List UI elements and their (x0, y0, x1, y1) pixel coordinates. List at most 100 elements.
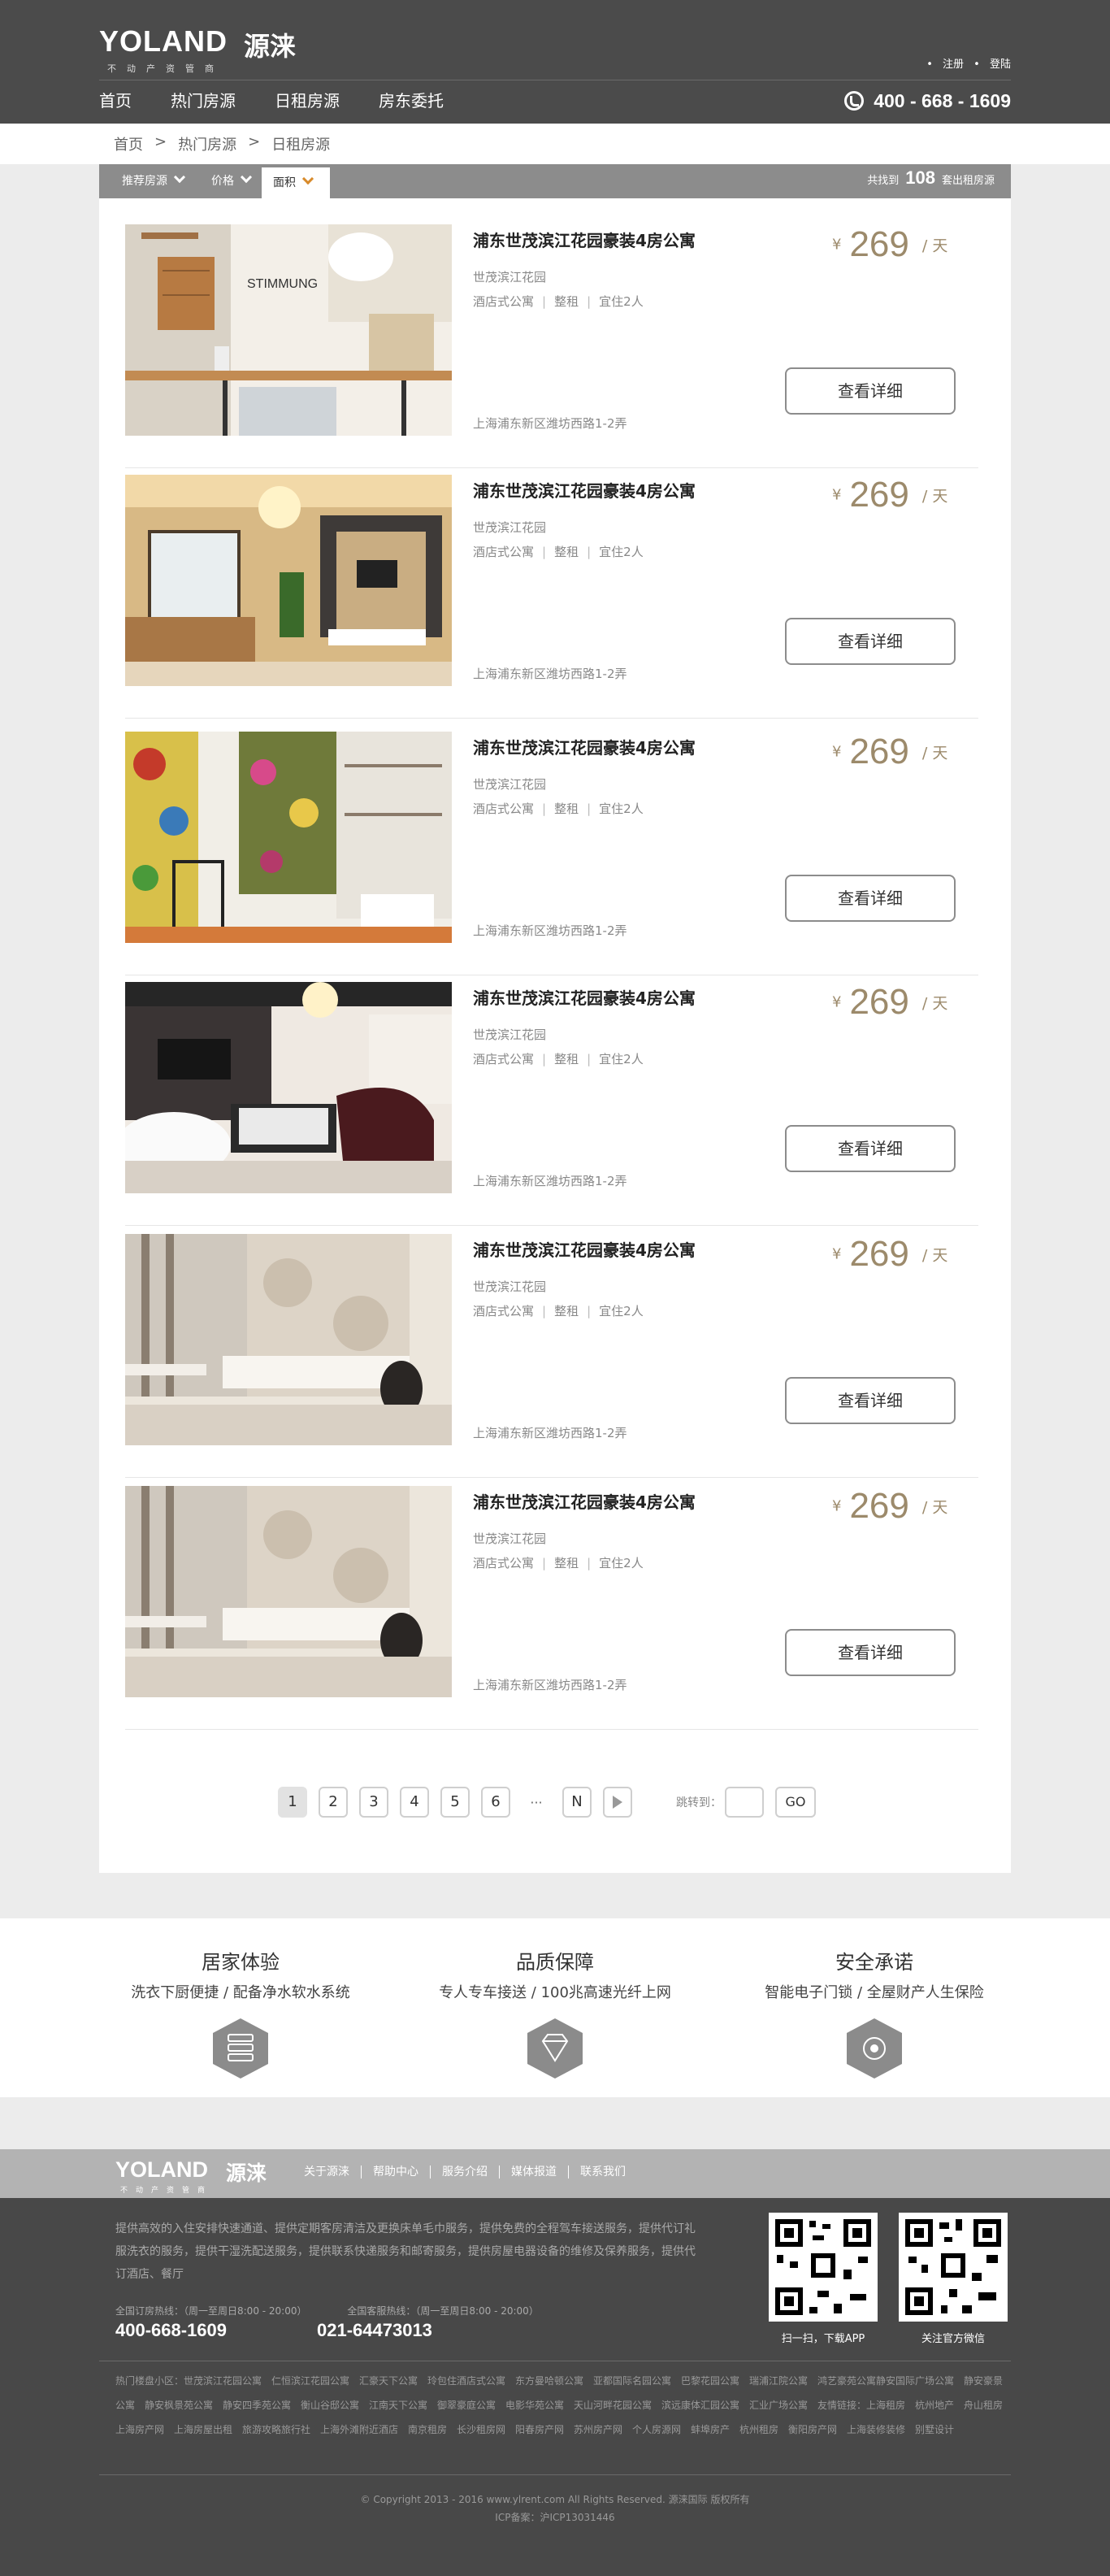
hotline-number: 400 - 668 - 1609 (874, 90, 1011, 111)
feature-desc: 洗衣下厨便捷 / 配备净水软水系统 (131, 1984, 350, 2001)
filter-price[interactable]: 价格 (189, 164, 253, 198)
view-detail-button[interactable]: 查看详细 (785, 875, 956, 922)
svg-text:STIMMUNG: STIMMUNG (247, 277, 318, 291)
listing-title[interactable]: 浦东世茂滨江花园豪装4房公寓 (473, 1237, 696, 1261)
price-unit: / 天 (921, 1246, 948, 1265)
go-button[interactable]: GO (775, 1787, 816, 1818)
price-currency: ¥ (832, 743, 842, 761)
logo-text-en: YOLAND (99, 24, 228, 58)
footer-community-links[interactable]: 热门楼盘小区：世茂滨江花园公寓 仁恒滨江花园公寓 汇豪天下公寓 玲包住酒店式公寓… (115, 2369, 1012, 2442)
result-count: 共找到 108 套出租房源 (867, 164, 995, 198)
page-button[interactable]: 6 (481, 1787, 510, 1818)
page-button-n[interactable]: N (562, 1787, 592, 1818)
nav-item-landlord[interactable]: 房东委托 (379, 88, 444, 117)
register-link[interactable]: 注册 (943, 59, 964, 71)
footer-link-service[interactable]: 服务介绍 (431, 2165, 500, 2179)
listing-community: 世茂滨江花园 (473, 270, 547, 285)
listing-capacity: 宜住2人 (599, 1052, 644, 1066)
breadcrumb-home[interactable]: 首页 (114, 133, 143, 154)
tag-separator: | (542, 545, 547, 559)
listing-photo[interactable] (125, 475, 452, 686)
play-icon (613, 1796, 622, 1809)
account-links: • 注册 • 登陆 (920, 55, 1011, 71)
login-link[interactable]: 登陆 (990, 59, 1011, 71)
listing-community: 世茂滨江花园 (473, 1027, 547, 1042)
listing-tags: 酒店式公寓 | 整租 | 宜住2人 (473, 1302, 644, 1319)
pagination-ellipsis: ··· (530, 1794, 543, 1810)
jump-page-input[interactable] (725, 1787, 764, 1818)
listing-card: 浦东世茂滨江花园豪装4房公寓 世茂滨江花园 酒店式公寓 | 整租 | 宜住2人 上海浦东… (125, 475, 978, 719)
price-unit: / 天 (921, 994, 948, 1013)
listing-rent: 整租 (554, 1304, 579, 1318)
listing-photo[interactable] (125, 1486, 452, 1697)
listing-photo[interactable] (125, 1234, 452, 1445)
nav-item-daily[interactable]: 日租房源 (275, 88, 340, 117)
qr-wechat-label: 关注官方微信 (921, 2333, 985, 2345)
listing-title[interactable]: 浦东世茂滨江花园豪装4房公寓 (473, 735, 696, 758)
tag-separator: | (542, 801, 547, 816)
page-button[interactable]: 4 (400, 1787, 429, 1818)
view-detail-button[interactable]: 查看详细 (785, 618, 956, 665)
price-value: 269 (849, 1486, 909, 1526)
listing-rent: 整租 (554, 801, 579, 816)
listing-title[interactable]: 浦东世茂滨江花园豪装4房公寓 (473, 228, 696, 251)
listing-card: STIMMUNG 浦东世茂滨江花园豪装4房公寓 世茂滨江花园 酒店式公寓 | 整租 |… (125, 224, 978, 468)
listing-rent: 整租 (554, 1052, 579, 1066)
service-hotline: 021-64473013 (317, 2320, 432, 2340)
footer-nav: 关于源涞 帮助中心 服务介绍 媒体报道 联系我们 (293, 2165, 637, 2179)
listing-photo[interactable] (125, 732, 452, 943)
price-unit: / 天 (921, 1498, 948, 1517)
feature-item: 居家体验 洗衣下厨便捷 / 配备净水软水系统 (102, 1946, 379, 2083)
listing-photo[interactable] (125, 982, 452, 1193)
listing-address: 上海浦东新区潍坊西路1-2弄 (473, 923, 627, 938)
filter-recommended[interactable]: 推荐房源 (99, 164, 186, 198)
icp-number: ICP备案：沪ICP13031446 (495, 2512, 615, 2523)
tag-separator: | (587, 294, 592, 309)
tag-separator: | (587, 1052, 592, 1066)
filter-recommended-label: 推荐房源 (122, 175, 167, 188)
footer-link-help[interactable]: 帮助中心 (362, 2165, 431, 2179)
breadcrumb-current: 日租房源 (271, 137, 331, 154)
listing-address: 上海浦东新区潍坊西路1-2弄 (473, 1174, 627, 1188)
footer-link-media[interactable]: 媒体报道 (500, 2165, 569, 2179)
view-detail-button[interactable]: 查看详细 (785, 1629, 956, 1676)
filter-area[interactable]: 面积 (262, 167, 330, 198)
listing-price: ¥269 / 天 (832, 982, 947, 1023)
feature-desc: 专人专车接送 / 100兆高速光纤上网 (439, 1984, 671, 2001)
tag-separator: | (587, 1556, 592, 1570)
view-detail-button[interactable]: 查看详细 (785, 1377, 956, 1424)
feature-desc: 智能电子门锁 / 全屋财产人生保险 (765, 1984, 984, 2001)
next-page-button[interactable] (603, 1787, 632, 1818)
listing-photo[interactable]: STIMMUNG (125, 224, 452, 436)
listing-card: 浦东世茂滨江花园豪装4房公寓 世茂滨江花园 酒店式公寓 | 整租 | 宜住2人 上海浦东… (125, 1234, 978, 1478)
listing-address: 上海浦东新区潍坊西路1-2弄 (473, 1678, 627, 1692)
view-detail-button[interactable]: 查看详细 (785, 1125, 956, 1172)
listing-title[interactable]: 浦东世茂滨江花园豪装4房公寓 (473, 985, 696, 1009)
listing-type: 酒店式公寓 (473, 1304, 535, 1318)
listing-title[interactable]: 浦东世茂滨江花园豪装4房公寓 (473, 478, 696, 502)
listing-tags: 酒店式公寓 | 整租 | 宜住2人 (473, 543, 644, 560)
page-button-current[interactable]: 1 (278, 1787, 307, 1818)
listing-title[interactable]: 浦东世茂滨江花园豪装4房公寓 (473, 1489, 696, 1513)
breadcrumb-hot[interactable]: 热门房源 (178, 133, 236, 154)
nav-item-home[interactable]: 首页 (99, 88, 132, 117)
price-value: 269 (849, 224, 909, 264)
tag-separator: | (542, 294, 547, 309)
footer-link-contact[interactable]: 联系我们 (569, 2165, 637, 2179)
booking-hotline: 400-668-1609 (115, 2320, 228, 2340)
footer-link-about[interactable]: 关于源涞 (293, 2165, 362, 2179)
footer-link-bar: YOLAND 源涞 不动产资管商 关于源涞 帮助中心 服务介绍 媒体报道 联系我… (0, 2149, 1110, 2198)
feature-title: 居家体验 (202, 1951, 280, 1974)
listing-type: 酒店式公寓 (473, 1556, 535, 1570)
count-prefix: 共找到 (867, 175, 900, 187)
brand-logo[interactable]: YOLAND 源涞 不动产资管商 (99, 24, 310, 78)
page-button[interactable]: 5 (440, 1787, 470, 1818)
price-currency: ¥ (832, 1245, 842, 1263)
page-button[interactable]: 3 (359, 1787, 388, 1818)
view-detail-button[interactable]: 查看详细 (785, 367, 956, 415)
bullet: • (926, 59, 933, 71)
listing-capacity: 宜住2人 (599, 1304, 644, 1318)
footer-logo-en[interactable]: YOLAND (115, 2157, 208, 2183)
nav-item-hot[interactable]: 热门房源 (171, 88, 236, 117)
page-button[interactable]: 2 (319, 1787, 348, 1818)
